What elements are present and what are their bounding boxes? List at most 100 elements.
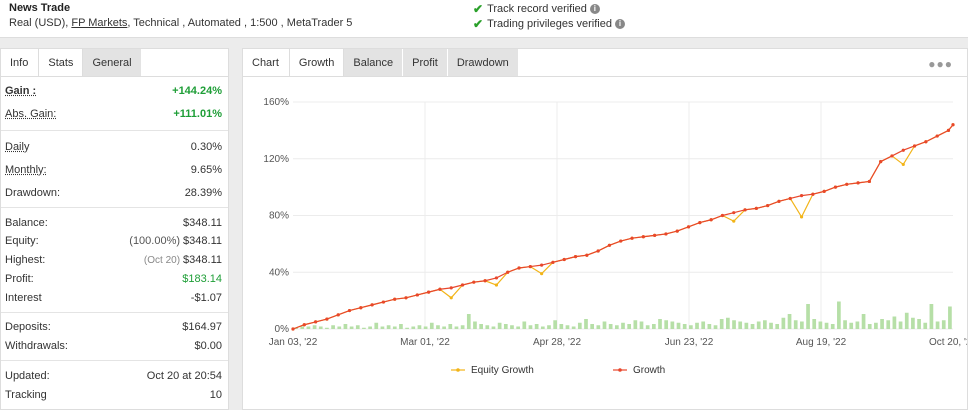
stat-tracking: Tracking 10 — [5, 387, 222, 405]
equity-percent: (100.00%) — [129, 235, 181, 247]
stat-label: Tracking — [5, 389, 47, 401]
y-tick-label: 160% — [263, 97, 289, 108]
stat-label[interactable]: Abs. Gain: — [5, 108, 56, 120]
daily-bar — [300, 326, 305, 329]
growth-point — [483, 279, 487, 283]
daily-bar — [701, 321, 706, 329]
x-tick-label: Oct 20, '22 — [929, 337, 967, 348]
tab-drawdown[interactable]: Drawdown — [447, 49, 519, 76]
daily-bar — [565, 325, 570, 329]
daily-bar — [929, 304, 934, 329]
stat-balance: Balance: $348.11 — [5, 215, 222, 233]
tab-profit[interactable]: Profit — [403, 49, 448, 76]
daily-bar — [442, 326, 446, 329]
daily-bar — [867, 324, 872, 329]
stat-value: 9.65% — [190, 164, 222, 176]
daily-bar — [331, 325, 335, 329]
equity-amount: $348.11 — [183, 235, 222, 247]
daily-bar — [818, 321, 823, 329]
daily-bar — [516, 326, 520, 329]
tab-growth[interactable]: Growth — [288, 49, 345, 76]
daily-bar — [633, 320, 638, 329]
stat-label[interactable]: Gain : — [5, 85, 36, 97]
daily-bar — [917, 319, 921, 329]
tab-info[interactable]: Info — [1, 49, 39, 76]
growth-point — [951, 123, 955, 127]
growth-line — [292, 124, 954, 330]
chart-panel: Chart Growth Balance Profit Drawdown ●●●… — [242, 48, 968, 410]
info-icon[interactable]: i — [589, 4, 600, 14]
daily-bar — [726, 317, 730, 329]
growth-point — [585, 253, 589, 257]
daily-bar — [769, 322, 773, 329]
daily-bar — [534, 324, 539, 329]
growth-point — [946, 128, 951, 132]
x-tick-label: Jun 23, '22 — [665, 337, 714, 348]
equity-growth-point — [494, 283, 499, 287]
growth-point — [641, 235, 645, 239]
tab-stats[interactable]: Stats — [38, 49, 84, 76]
daily-bar — [405, 327, 409, 329]
growth-point — [291, 327, 295, 331]
growth-point — [562, 257, 566, 262]
daily-bar — [806, 304, 810, 329]
daily-bar — [386, 325, 391, 329]
growth-point — [460, 283, 465, 287]
account-type: Real (USD), — [9, 17, 69, 29]
daily-bar — [904, 312, 909, 329]
daily-bar — [775, 324, 780, 329]
stat-value: (Oct 20) $348.11 — [144, 254, 222, 266]
stat-value: 28.39% — [184, 187, 222, 199]
growth-point — [573, 255, 578, 259]
daily-bar — [892, 316, 897, 329]
growth-point — [449, 286, 453, 290]
daily-bar — [886, 320, 891, 329]
tab-chart[interactable]: Chart — [243, 49, 289, 76]
track-record-label: Track record verified — [487, 3, 587, 15]
x-tick-label: Aug 19, '22 — [796, 337, 847, 348]
daily-bar — [880, 319, 884, 329]
daily-bar — [380, 326, 385, 329]
stat-value: 0.30% — [190, 141, 222, 153]
stat-interest: Interest -$1.07 — [5, 290, 222, 308]
more-dots-icon[interactable]: ●●● — [928, 57, 953, 71]
daily-bar — [651, 324, 656, 329]
trading-privileges-verified: ✔ Trading privileges verified i — [473, 17, 625, 31]
daily-bar — [948, 306, 952, 329]
tab-general[interactable]: General — [83, 49, 142, 76]
broker-link[interactable]: FP Markets — [71, 17, 127, 29]
info-icon[interactable]: i — [615, 19, 625, 29]
stat-label: Drawdown: — [5, 187, 61, 199]
growth-point — [754, 206, 758, 211]
y-tick-label: 0% — [275, 324, 290, 335]
growth-point — [867, 179, 871, 184]
daily-bar — [800, 321, 804, 329]
stat-equity: Equity: (100.00%) $348.11 — [5, 233, 222, 251]
daily-bar — [479, 324, 483, 329]
daily-bar — [787, 314, 792, 329]
growth-point — [325, 317, 329, 321]
tab-balance[interactable]: Balance — [344, 49, 404, 76]
x-tick-label: Apr 28, '22 — [533, 337, 581, 348]
stat-label[interactable]: Monthly: — [5, 164, 47, 176]
daily-bar — [812, 319, 817, 329]
stat-value: $164.97 — [182, 321, 222, 333]
growth-point — [935, 134, 939, 138]
growth-point — [540, 263, 544, 267]
daily-bar — [793, 320, 798, 329]
daily-bar — [590, 324, 595, 329]
legend-growth-label: Growth — [633, 365, 665, 376]
growth-point — [619, 239, 623, 243]
daily-bar — [392, 326, 397, 329]
growth-point — [427, 290, 431, 294]
daily-bar — [824, 322, 829, 329]
daily-bar — [349, 326, 354, 329]
daily-bar — [559, 324, 564, 329]
stat-daily: Daily 0.30% — [5, 139, 222, 157]
stat-label[interactable]: Daily — [5, 141, 29, 153]
daily-bar — [695, 322, 699, 329]
daily-bar — [312, 325, 317, 329]
daily-bar — [485, 325, 490, 329]
divider — [1, 130, 228, 131]
stat-label: Updated: — [5, 370, 50, 382]
